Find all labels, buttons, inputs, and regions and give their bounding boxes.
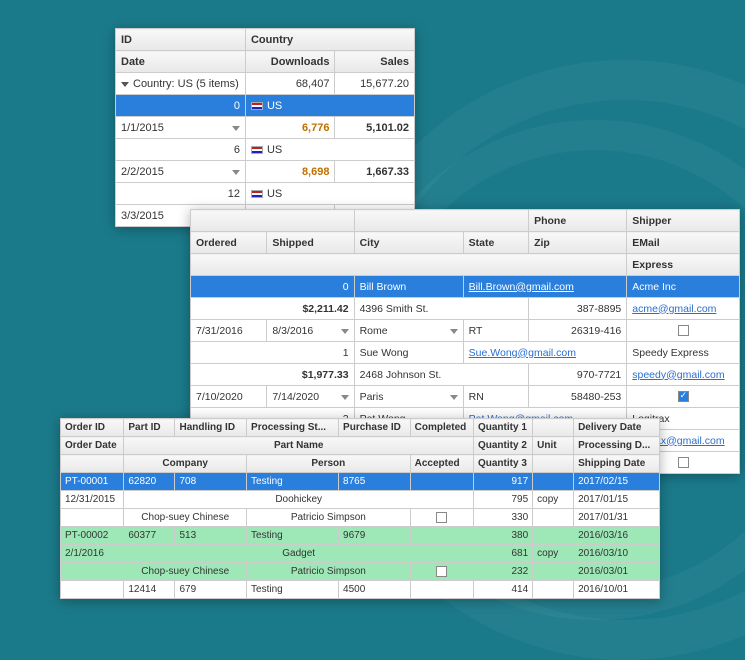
- col[interactable]: Part ID: [124, 419, 175, 437]
- col-phone[interactable]: Phone: [529, 210, 627, 232]
- col[interactable]: Handling ID: [175, 419, 247, 437]
- express-checkbox[interactable]: [678, 391, 689, 402]
- dropdown-icon[interactable]: [232, 170, 240, 175]
- col[interactable]: Person: [247, 455, 411, 473]
- col[interactable]: Shipping Date: [574, 455, 660, 473]
- group-sales: 15,677.20: [335, 73, 415, 95]
- email-link[interactable]: Sue.Wong@gmail.com: [469, 347, 576, 359]
- accepted-checkbox[interactable]: [436, 512, 447, 523]
- col[interactable]: Unit: [533, 437, 574, 455]
- table-row[interactable]: $2,211.42 4396 Smith St. 387-8895 acme@g…: [191, 298, 740, 320]
- col-id[interactable]: ID: [116, 29, 246, 51]
- table-row[interactable]: 1/1/2015 6,776 5,101.02: [116, 117, 415, 139]
- parts-grid[interactable]: Order ID Part ID Handling ID Processing …: [60, 418, 660, 599]
- email-link[interactable]: acme@gmail.com: [632, 303, 716, 315]
- col[interactable]: Order Date: [61, 437, 124, 455]
- dropdown-icon[interactable]: [232, 126, 240, 131]
- express-checkbox[interactable]: [678, 457, 689, 468]
- table-row[interactable]: 0 Bill Brown Bill.Brown@gmail.com Acme I…: [191, 276, 740, 298]
- col[interactable]: Quantity 1: [473, 419, 532, 437]
- col[interactable]: Part Name: [124, 437, 474, 455]
- table-row[interactable]: 12414679Testing45004142016/10/01: [61, 581, 660, 599]
- col[interactable]: Accepted: [410, 455, 473, 473]
- col[interactable]: Order ID: [61, 419, 124, 437]
- email-link[interactable]: speedy@gmail.com: [632, 369, 724, 381]
- table-row[interactable]: 12/31/2015Doohickey795copy2017/01/15: [61, 491, 660, 509]
- flag-icon: [251, 102, 263, 110]
- flag-icon: [251, 146, 263, 154]
- table-row[interactable]: PT-0000162820708Testing87659172017/02/15: [61, 473, 660, 491]
- col-zip[interactable]: Zip: [529, 232, 627, 254]
- col-sales[interactable]: Sales: [335, 51, 415, 73]
- table-row[interactable]: 7/31/2016 8/3/2016 Rome RT 26319-416: [191, 320, 740, 342]
- col-shipped[interactable]: Shipped: [267, 232, 354, 254]
- col-ordered[interactable]: Ordered: [191, 232, 267, 254]
- table-row[interactable]: 12 US: [116, 183, 415, 205]
- group-row[interactable]: Country: US (5 items) 68,407 15,677.20: [116, 73, 415, 95]
- dropdown-icon[interactable]: [450, 395, 458, 400]
- dropdown-icon[interactable]: [341, 329, 349, 334]
- table-row[interactable]: 1 Sue Wong Sue.Wong@gmail.com Speedy Exp…: [191, 342, 740, 364]
- col[interactable]: Purchase ID: [339, 419, 411, 437]
- col[interactable]: Quantity 2: [473, 437, 532, 455]
- col[interactable]: Quantity 3: [473, 455, 532, 473]
- table-row[interactable]: Chop-suey ChinesePatricio Simpson3302017…: [61, 509, 660, 527]
- table-row[interactable]: 2/2/2015 8,698 1,667.33: [116, 161, 415, 183]
- col-date[interactable]: Date: [116, 51, 246, 73]
- dropdown-icon[interactable]: [450, 329, 458, 334]
- col-downloads[interactable]: Downloads: [245, 51, 335, 73]
- table-row[interactable]: 7/10/2020 7/14/2020 Paris RN 58480-253: [191, 386, 740, 408]
- col[interactable]: Processing D...: [574, 437, 660, 455]
- group-downloads: 68,407: [245, 73, 335, 95]
- email-link[interactable]: Bill.Brown@gmail.com: [469, 281, 574, 293]
- col-express[interactable]: Express: [627, 254, 740, 276]
- col-city[interactable]: City: [354, 232, 463, 254]
- table-row[interactable]: 0 US: [116, 95, 415, 117]
- accepted-checkbox[interactable]: [436, 566, 447, 577]
- col[interactable]: Company: [124, 455, 247, 473]
- col-email[interactable]: EMail: [627, 232, 740, 254]
- express-checkbox[interactable]: [678, 325, 689, 336]
- table-row[interactable]: 2/1/2016Gadget681copy2016/03/10: [61, 545, 660, 563]
- sales-grid[interactable]: ID Country Date Downloads Sales Country:…: [115, 28, 415, 227]
- col-shipper[interactable]: Shipper: [627, 210, 740, 232]
- table-row[interactable]: Chop-suey ChinesePatricio Simpson2322016…: [61, 563, 660, 581]
- col-country[interactable]: Country: [245, 29, 414, 51]
- col[interactable]: Processing St...: [247, 419, 339, 437]
- table-row[interactable]: PT-0000260377513Testing96793802016/03/16: [61, 527, 660, 545]
- table-row[interactable]: 6 US: [116, 139, 415, 161]
- dropdown-icon[interactable]: [341, 395, 349, 400]
- col[interactable]: [533, 419, 574, 437]
- table-row[interactable]: $1,977.33 2468 Johnson St. 970-7721 spee…: [191, 364, 740, 386]
- col[interactable]: Completed: [410, 419, 473, 437]
- col-state[interactable]: State: [463, 232, 528, 254]
- flag-icon: [251, 190, 263, 198]
- expand-icon[interactable]: [121, 82, 129, 87]
- col[interactable]: Delivery Date: [574, 419, 660, 437]
